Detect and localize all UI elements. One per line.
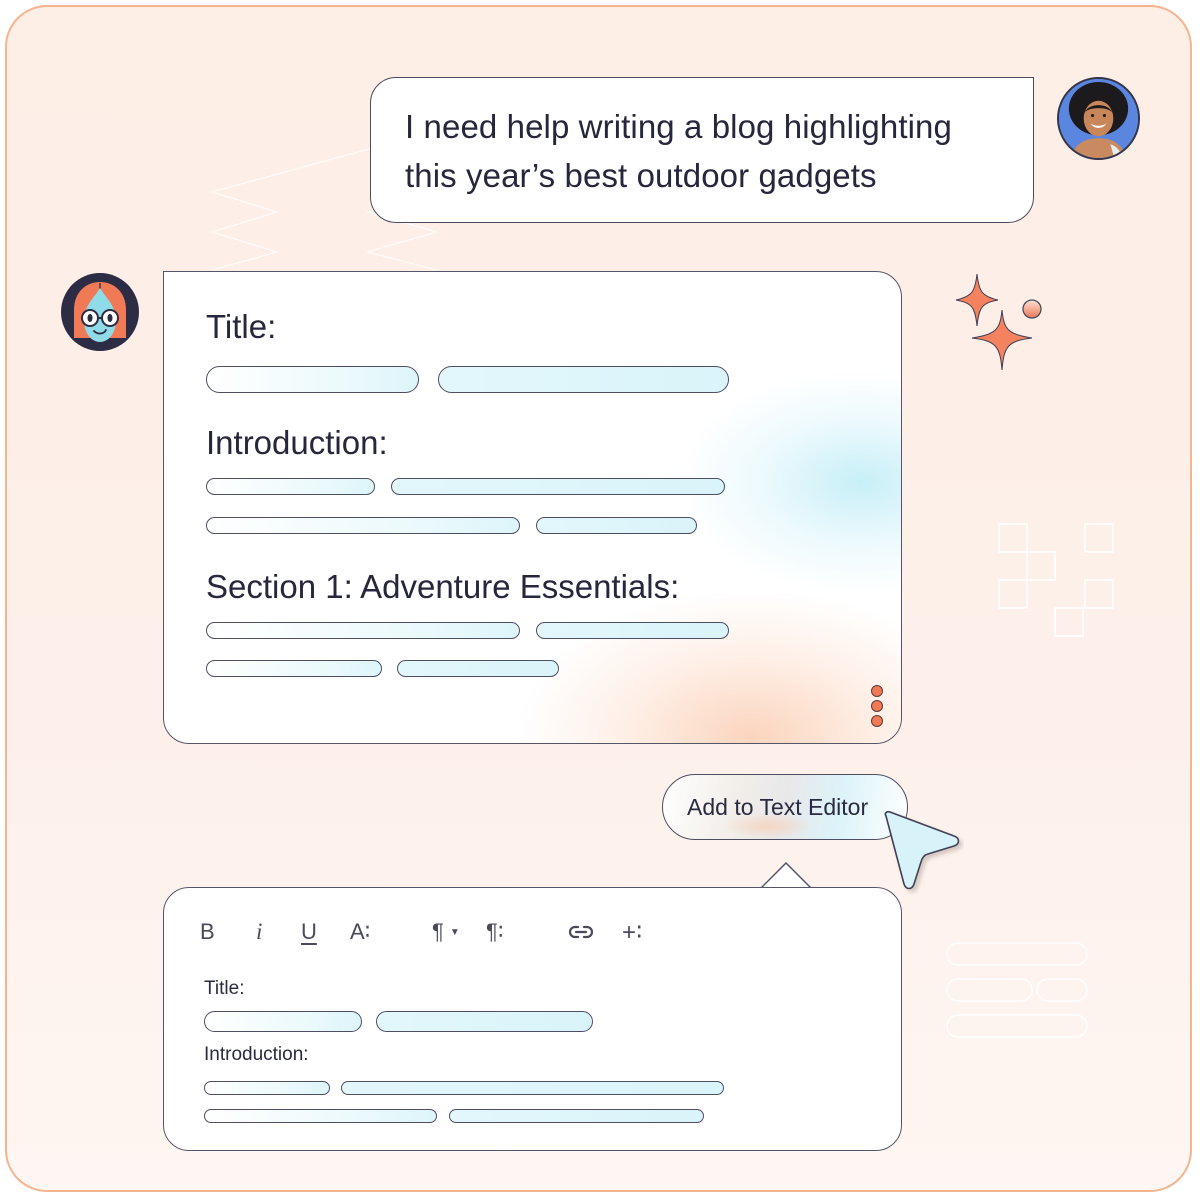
paragraph-options-icon: ¶∶ bbox=[486, 919, 504, 944]
pointer-cursor-icon bbox=[884, 810, 960, 890]
link-icon bbox=[568, 925, 594, 939]
more-vertical-icon[interactable] bbox=[871, 685, 885, 727]
bot-avatar bbox=[60, 272, 140, 352]
italic-button[interactable]: i bbox=[256, 916, 262, 948]
user-message-bubble: I need help writing a blog highlighting … bbox=[370, 77, 1034, 223]
section-heading-title: Title: bbox=[206, 308, 277, 345]
placeholder-line bbox=[536, 517, 697, 534]
placeholder-line bbox=[536, 622, 729, 639]
placeholder-line bbox=[206, 366, 419, 393]
underline-button[interactable]: U bbox=[301, 916, 317, 948]
bold-icon: B bbox=[200, 919, 215, 944]
insert-button[interactable]: +∶ bbox=[622, 916, 642, 948]
bot-response-card: Title: Introduction: Section 1: Adventur… bbox=[163, 271, 902, 744]
section-heading-introduction: Introduction: bbox=[206, 424, 388, 461]
user-message-line: I need help writing a blog highlighting bbox=[405, 108, 952, 145]
editor-heading-introduction: Introduction: bbox=[204, 1044, 309, 1065]
glow-decoration bbox=[521, 593, 901, 743]
chat-bubbles-decoration bbox=[946, 942, 1088, 1038]
bot-character-icon bbox=[61, 273, 139, 351]
placeholder-line bbox=[397, 660, 559, 677]
placeholder-line bbox=[391, 478, 725, 495]
font-size-button[interactable]: A∶ bbox=[350, 916, 370, 948]
sparkles-icon bbox=[955, 274, 1042, 371]
editor-placeholder-line bbox=[204, 1011, 362, 1032]
add-to-text-editor-label: Add to Text Editor bbox=[687, 793, 869, 820]
dot bbox=[871, 700, 883, 712]
section-heading-section-1: Section 1: Adventure Essentials: bbox=[206, 568, 680, 605]
user-photo-icon bbox=[1059, 79, 1138, 158]
editor-placeholder-line bbox=[204, 1081, 330, 1095]
underline-icon: U bbox=[301, 919, 317, 944]
paragraph-style-dropdown[interactable]: ¶ ▼ bbox=[432, 916, 460, 948]
editor-placeholder-line bbox=[449, 1109, 704, 1123]
editor-pointer-notch bbox=[760, 862, 812, 889]
bold-button[interactable]: B bbox=[200, 916, 215, 948]
dot bbox=[871, 715, 883, 727]
editor-placeholder-line bbox=[376, 1011, 593, 1032]
italic-icon: i bbox=[256, 919, 263, 944]
editor-heading-title: Title: bbox=[204, 978, 245, 999]
insert-icon: +∶ bbox=[622, 918, 643, 946]
placeholder-line bbox=[438, 366, 729, 393]
placeholder-line bbox=[206, 622, 520, 639]
dot bbox=[871, 685, 883, 697]
user-avatar bbox=[1057, 77, 1140, 160]
text-editor-panel: B i U A∶ ¶ ▼ ¶∶ +∶ Title: Introduction: bbox=[163, 887, 902, 1151]
paragraph-icon: ¶ bbox=[432, 919, 444, 944]
grid-decoration bbox=[998, 523, 1114, 637]
paragraph-options-button[interactable]: ¶∶ bbox=[486, 916, 504, 948]
placeholder-line bbox=[206, 517, 520, 534]
placeholder-line bbox=[206, 478, 375, 495]
placeholder-line bbox=[206, 660, 382, 677]
editor-placeholder-line bbox=[341, 1081, 724, 1095]
add-to-text-editor-button[interactable]: Add to Text Editor bbox=[662, 774, 908, 840]
link-button[interactable] bbox=[568, 916, 594, 948]
editor-placeholder-line bbox=[204, 1109, 437, 1123]
caret-down-icon: ▼ bbox=[449, 926, 460, 938]
font-size-icon: A∶ bbox=[350, 919, 371, 944]
user-message-line: this year’s best outdoor gadgets bbox=[405, 157, 877, 194]
